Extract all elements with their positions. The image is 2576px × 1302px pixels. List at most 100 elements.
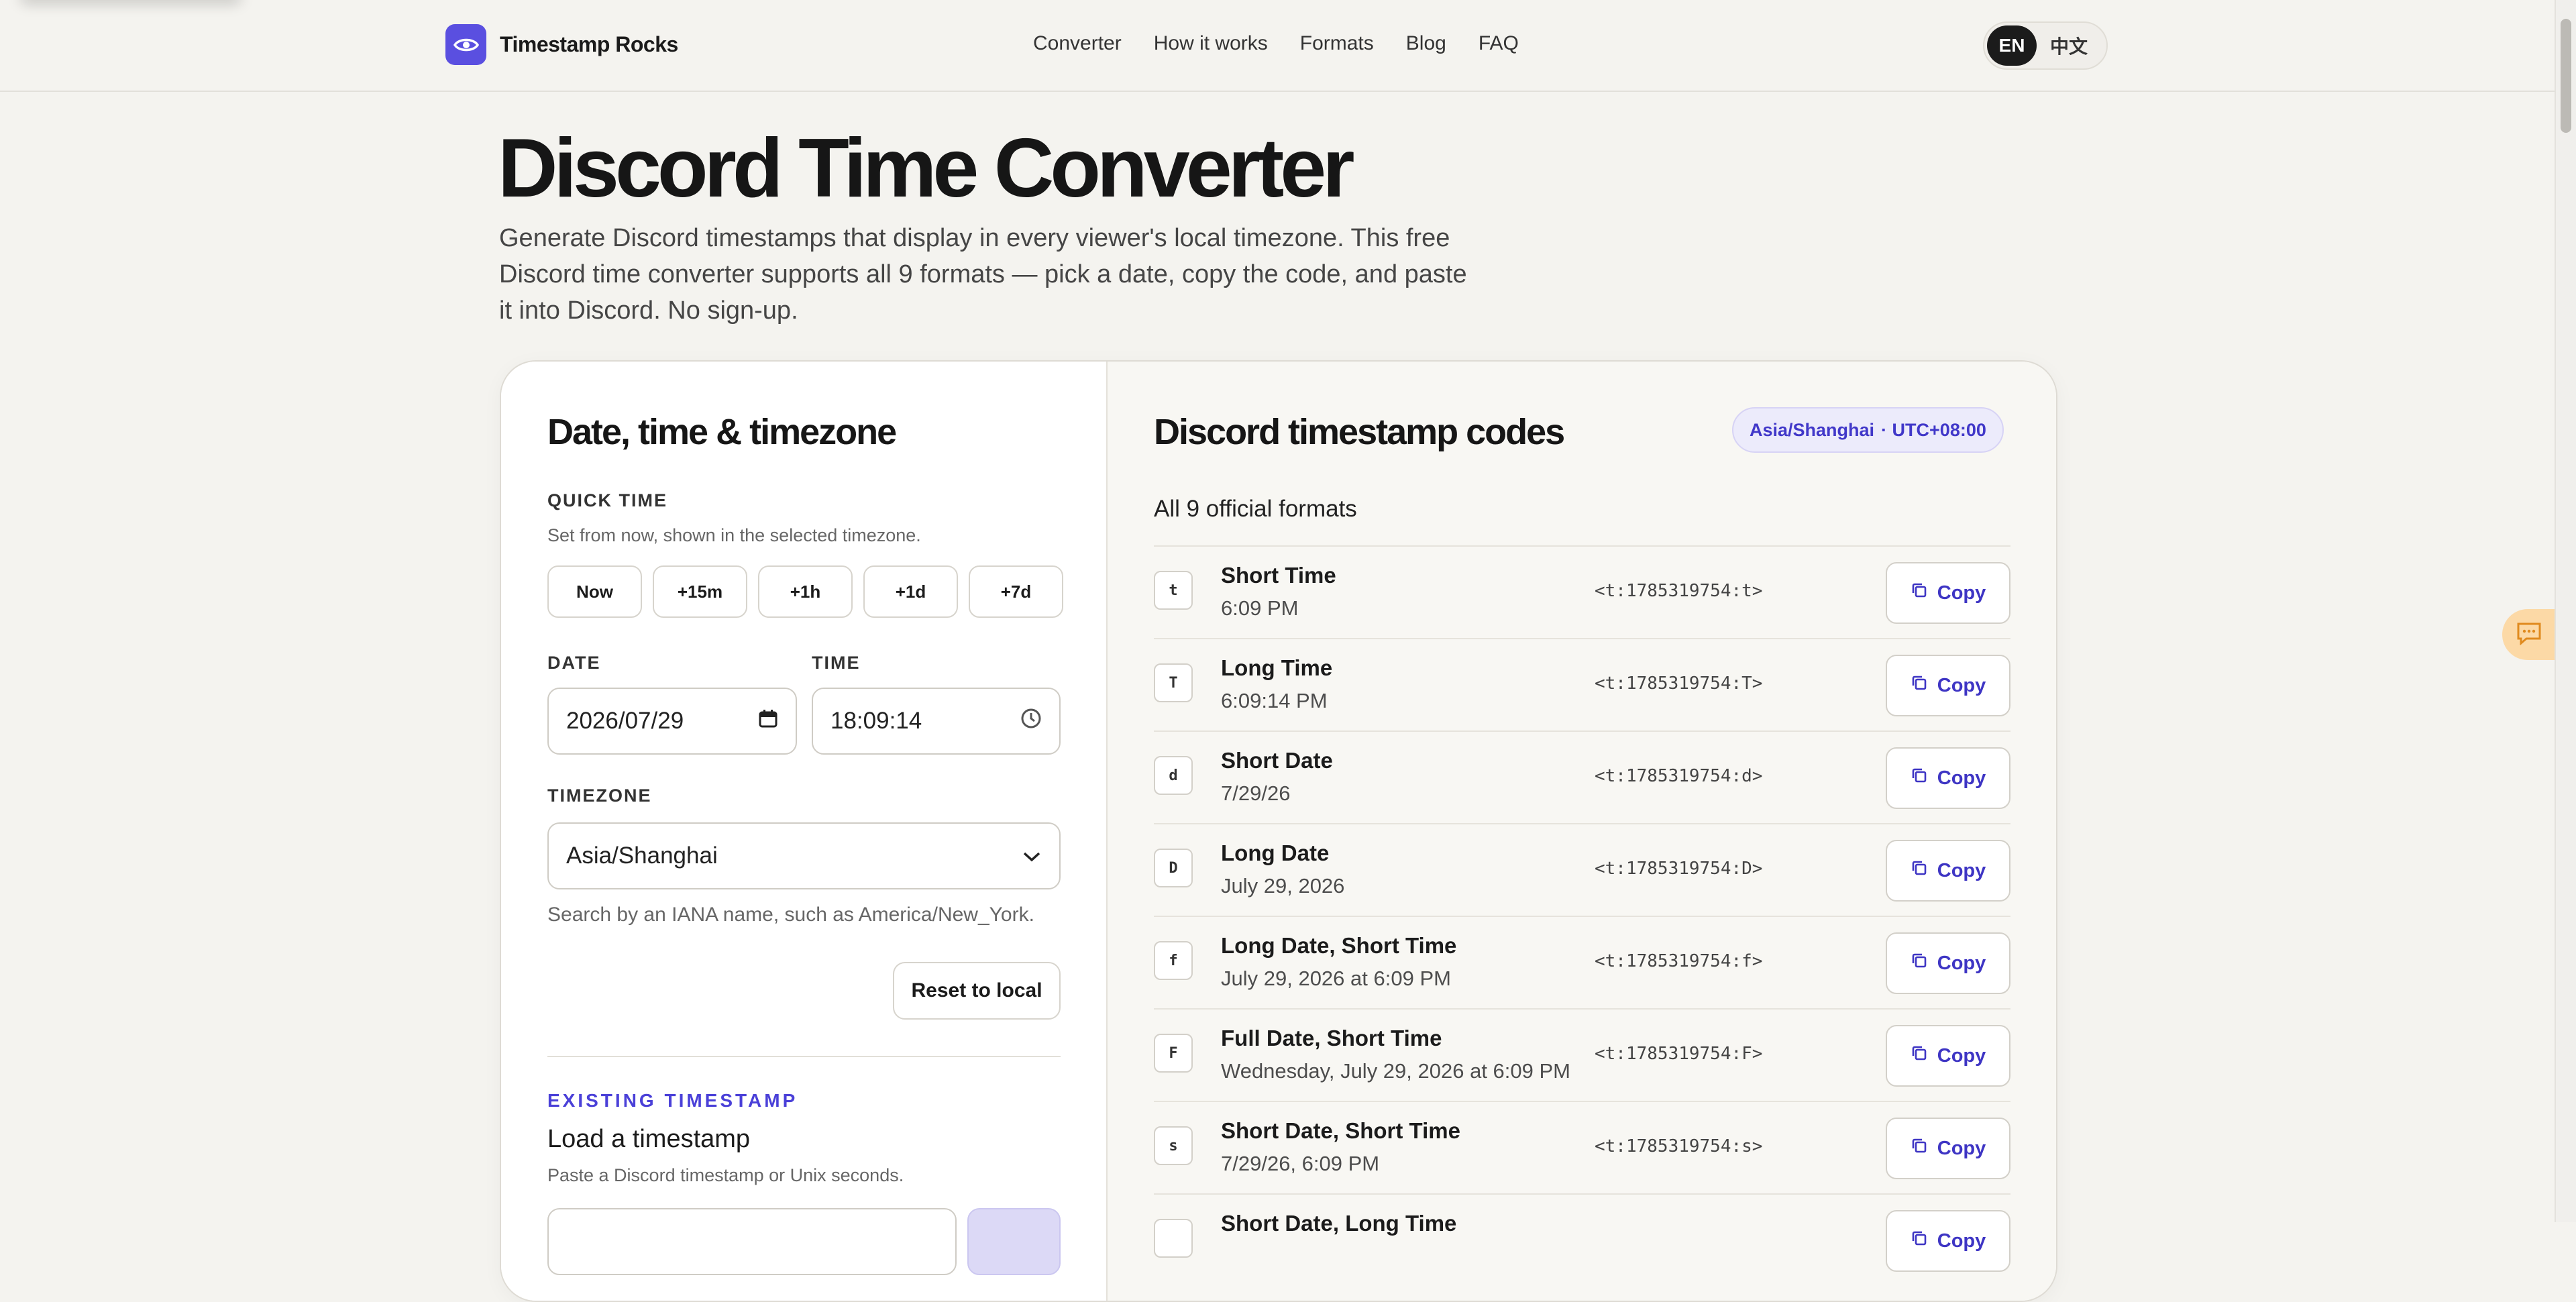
load-button[interactable] — [967, 1208, 1061, 1275]
date-value: 2026/07/29 — [566, 708, 684, 734]
copy-icon — [1911, 1137, 1928, 1160]
format-preview: 7/29/26 — [1221, 781, 1291, 805]
format-name: Short Date — [1221, 748, 1333, 773]
time-label: TIME — [812, 653, 861, 673]
eye-logo-icon — [445, 24, 486, 65]
chevron-down-icon — [1022, 843, 1042, 869]
reset-to-local-button[interactable]: Reset to local — [893, 962, 1061, 1020]
copy-button[interactable]: Copy — [1886, 562, 2010, 624]
copy-icon — [1911, 1044, 1928, 1067]
format-code: <t:1785319754:T> — [1595, 673, 1763, 694]
quick-time-buttons: Now +15m +1h +1d +7d — [547, 565, 1063, 618]
clock-icon[interactable] — [1020, 708, 1042, 735]
nav-link-converter[interactable]: Converter — [1033, 32, 1122, 55]
chat-icon — [2516, 621, 2542, 649]
format-row: F Full Date, Short Time Wednesday, July 29… — [1154, 1008, 2010, 1101]
copy-button[interactable]: Copy — [1886, 1025, 2010, 1087]
timezone-hint: Search by an IANA name, such as America/… — [547, 904, 1034, 926]
copy-button-label: Copy — [1937, 674, 1986, 696]
time-input[interactable]: 18:09:14 — [812, 688, 1061, 755]
timezone-label: TIMEZONE — [547, 785, 652, 806]
format-row: s Short Date, Short Time 7/29/26, 6:09 PM <… — [1154, 1101, 2010, 1193]
codes-panel-title: Discord timestamp codes — [1154, 412, 1565, 452]
copy-button[interactable]: Copy — [1886, 655, 2010, 716]
copy-icon — [1911, 767, 1928, 790]
copy-icon — [1911, 674, 1928, 697]
load-timestamp-hint: Paste a Discord timestamp or Unix second… — [547, 1165, 904, 1185]
existing-timestamp-label: EXISTING TIMESTAMP — [547, 1090, 798, 1111]
timezone-select[interactable]: Asia/Shanghai — [547, 822, 1061, 889]
calendar-icon[interactable] — [758, 708, 778, 735]
brand-name: Timestamp Rocks — [500, 32, 678, 56]
copy-button[interactable]: Copy — [1886, 747, 2010, 809]
format-key-badge: t — [1154, 571, 1193, 610]
format-name: Long Time — [1221, 655, 1333, 680]
format-preview: July 29, 2026 — [1221, 874, 1345, 898]
quick-15m-button[interactable]: +15m — [653, 565, 747, 618]
time-value: 18:09:14 — [830, 708, 922, 734]
section-divider — [547, 1056, 1061, 1057]
copy-button[interactable]: Copy — [1886, 840, 2010, 902]
format-row: t Short Time 6:09 PM <t:1785319754:t> Copy — [1154, 545, 2010, 638]
page-scrollbar[interactable] — [2555, 0, 2576, 1222]
input-panel-title: Date, time & timezone — [547, 412, 897, 452]
brand-logo-link[interactable]: Timestamp Rocks — [445, 24, 678, 65]
nav-link-faq[interactable]: FAQ — [1479, 32, 1519, 55]
format-key-badge: D — [1154, 849, 1193, 887]
format-row: f Long Date, Short Time July 29, 2026 at 6… — [1154, 916, 2010, 1008]
format-row: Short Date, Long Time Copy — [1154, 1193, 2010, 1286]
copy-button-label: Copy — [1937, 952, 1986, 974]
timezone-value: Asia/Shanghai — [566, 843, 718, 869]
copy-button-label: Copy — [1937, 859, 1986, 881]
format-name: Long Date, Short Time — [1221, 933, 1457, 958]
copy-button-label: Copy — [1937, 1044, 1986, 1067]
format-code: <t:1785319754:D> — [1595, 859, 1763, 879]
load-timestamp-title: Load a timestamp — [547, 1125, 751, 1153]
language-switcher: EN 中文 — [1983, 21, 2108, 70]
nav-link-blog[interactable]: Blog — [1406, 32, 1446, 55]
scrollbar-thumb[interactable] — [2561, 19, 2571, 133]
copy-icon — [1911, 952, 1928, 975]
format-name: Short Date, Long Time — [1221, 1211, 1457, 1236]
format-code: <t:1785319754:s> — [1595, 1136, 1763, 1156]
copy-button[interactable]: Copy — [1886, 932, 2010, 994]
copy-button-label: Copy — [1937, 1137, 1986, 1159]
copy-button[interactable]: Copy — [1886, 1118, 2010, 1179]
quick-7d-button[interactable]: +7d — [969, 565, 1063, 618]
quick-1d-button[interactable]: +1d — [863, 565, 958, 618]
date-input[interactable]: 2026/07/29 — [547, 688, 797, 755]
format-row: d Short Date 7/29/26 <t:1785319754:d> Copy — [1154, 730, 2010, 823]
copy-button[interactable]: Copy — [1886, 1210, 2010, 1272]
format-preview: July 29, 2026 at 6:09 PM — [1221, 967, 1451, 990]
page-description: Generate Discord timestamps that display… — [499, 224, 1467, 325]
converter-card: Date, time & timezone QUICK TIME Set fro… — [500, 360, 2057, 1302]
date-label: DATE — [547, 653, 601, 673]
format-key-badge — [1154, 1219, 1193, 1258]
load-timestamp-input[interactable] — [547, 1208, 957, 1275]
timezone-badge-offset: · UTC+08:00 — [1881, 419, 1986, 440]
quick-1h-button[interactable]: +1h — [758, 565, 853, 618]
format-name: Short Date, Short Time — [1221, 1118, 1460, 1143]
lang-option-en[interactable]: EN — [1987, 25, 2037, 66]
timezone-badge-name: Asia/Shanghai — [1750, 419, 1875, 440]
format-name: Short Time — [1221, 563, 1336, 588]
input-panel: Date, time & timezone QUICK TIME Set fro… — [501, 362, 1108, 1301]
copy-button-label: Copy — [1937, 767, 1986, 789]
format-code: <t:1785319754:t> — [1595, 581, 1763, 601]
nav-link-formats[interactable]: Formats — [1300, 32, 1374, 55]
copy-button-label: Copy — [1937, 1230, 1986, 1252]
format-key-badge: s — [1154, 1126, 1193, 1165]
top-navigation-bar: Timestamp Rocks Converter How it works F… — [0, 0, 2555, 92]
quick-now-button[interactable]: Now — [547, 565, 642, 618]
copy-icon — [1911, 582, 1928, 604]
quick-time-hint: Set from now, shown in the selected time… — [547, 525, 921, 545]
format-code: <t:1785319754:f> — [1595, 951, 1763, 971]
page-title: Discord Time Converter — [498, 122, 1354, 215]
chat-widget-button[interactable] — [2502, 609, 2556, 660]
format-key-badge: F — [1154, 1034, 1193, 1073]
nav-link-how-it-works[interactable]: How it works — [1154, 32, 1268, 55]
format-row: D Long Date July 29, 2026 <t:1785319754:D> C… — [1154, 823, 2010, 916]
format-code: <t:1785319754:F> — [1595, 1044, 1763, 1064]
lang-option-zh[interactable]: 中文 — [2037, 25, 2101, 66]
format-key-badge: f — [1154, 941, 1193, 980]
